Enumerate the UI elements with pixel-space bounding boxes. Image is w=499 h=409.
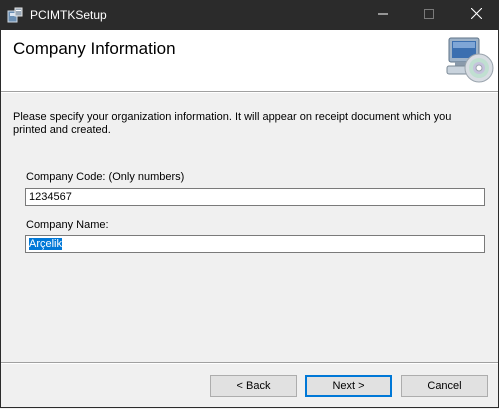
banner-divider xyxy=(1,91,498,93)
minimize-button[interactable] xyxy=(360,0,406,30)
next-button[interactable]: Next > xyxy=(305,375,392,397)
cancel-button[interactable]: Cancel xyxy=(401,375,488,397)
footer-divider xyxy=(1,362,498,364)
company-name-label: Company Name: xyxy=(26,219,109,231)
company-name-field[interactable]: Arçelik xyxy=(25,235,485,253)
maximize-icon xyxy=(424,8,434,22)
company-code-label: Company Code: (Only numbers) xyxy=(26,171,185,183)
company-name-value: Arçelik xyxy=(29,238,63,250)
page-title: Company Information xyxy=(13,39,176,58)
computer-cd-icon xyxy=(443,36,495,86)
close-button[interactable] xyxy=(453,0,499,30)
setup-app-icon xyxy=(7,7,23,23)
instructions-text: Please specify your organization informa… xyxy=(13,111,452,136)
close-icon xyxy=(470,7,482,22)
maximize-button[interactable] xyxy=(406,0,452,30)
header-banner: Company Information xyxy=(1,30,498,91)
title-bar: PCIMTKSetup xyxy=(0,0,499,30)
window-title: PCIMTKSetup xyxy=(30,8,107,22)
minimize-icon xyxy=(378,9,388,22)
company-code-field[interactable] xyxy=(25,188,485,206)
back-button[interactable]: < Back xyxy=(210,375,297,397)
